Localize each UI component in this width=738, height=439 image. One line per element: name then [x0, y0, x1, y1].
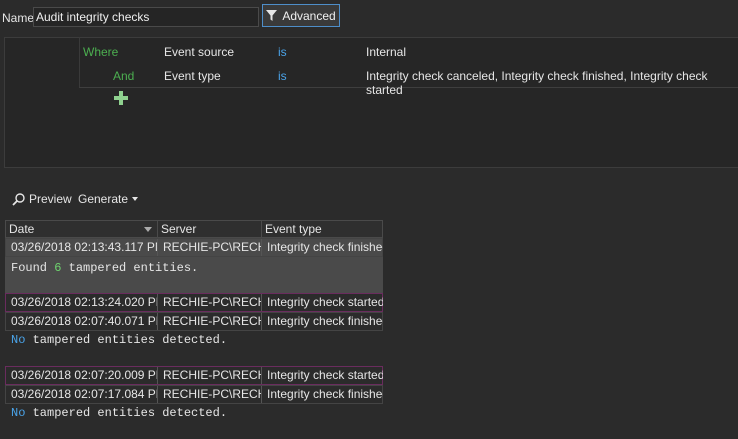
table-row[interactable]: 03/26/2018 02:07:40.071 PM RECHIE-PC\REC… — [5, 312, 383, 331]
search-icon — [12, 192, 25, 206]
cell-event-type: Integrity check started — [267, 368, 383, 382]
cell-server: RECHIE-PC\RECHIE — [158, 386, 262, 403]
condition-keyword-where[interactable]: Where — [83, 45, 118, 59]
column-header-server[interactable]: Server — [158, 221, 262, 237]
grid-header: Date Server Event type — [5, 220, 383, 238]
table-row[interactable]: 03/26/2018 02:13:24.020 PM RECHIE-PC\REC… — [5, 293, 383, 312]
condition-keyword-and[interactable]: And — [113, 69, 134, 83]
table-row[interactable]: 03/26/2018 02:07:17.084 PM RECHIE-PC\REC… — [5, 385, 383, 404]
cell-date: 03/26/2018 02:13:43.117 PM — [6, 239, 158, 256]
preview-label: Preview — [29, 192, 72, 206]
condition-field[interactable]: Event type — [164, 69, 221, 83]
cell-date: 03/26/2018 02:07:17.084 PM — [6, 386, 158, 403]
table-row[interactable]: 03/26/2018 02:13:43.117 PM RECHIE-PC\REC… — [5, 238, 383, 257]
advanced-button[interactable]: Advanced — [262, 4, 340, 27]
cell-event-type: Integrity check finished — [267, 314, 383, 328]
chevron-down-icon — [132, 197, 139, 201]
condition-field[interactable]: Event source — [164, 45, 234, 59]
cell-date: 03/26/2018 02:07:40.071 PM — [6, 313, 158, 330]
cell-event-type: Integrity check started — [267, 295, 383, 309]
name-input[interactable] — [33, 7, 259, 27]
generate-dropdown[interactable]: Generate — [78, 192, 139, 206]
advanced-label: Advanced — [282, 8, 336, 23]
cell-event-type: Integrity check finished — [267, 387, 383, 401]
column-header-event-type[interactable]: Event type — [262, 221, 383, 237]
cell-server: RECHIE-PC\RECHIE — [158, 294, 262, 311]
add-condition-icon[interactable] — [114, 91, 128, 105]
cell-date: 03/26/2018 02:07:20.009 PM — [6, 367, 158, 384]
condition-value[interactable]: Internal — [366, 45, 406, 59]
row-detail: No tampered entities detected. — [11, 333, 228, 347]
cell-date: 03/26/2018 02:13:24.020 PM — [6, 294, 158, 311]
cell-server: RECHIE-PC\RECHIE — [158, 239, 262, 256]
preview-button[interactable]: Preview — [12, 192, 72, 206]
sort-descending-icon — [144, 227, 152, 232]
condition-value[interactable]: Integrity check canceled, Integrity chec… — [366, 69, 738, 97]
filter-divider-vertical — [79, 37, 80, 88]
column-header-date[interactable]: Date — [6, 221, 158, 237]
condition-operator[interactable]: is — [278, 69, 287, 83]
filter-icon — [266, 10, 278, 21]
cell-event-type: Integrity check finished — [267, 240, 383, 254]
cell-server: RECHIE-PC\RECHIE — [158, 313, 262, 330]
row-detail: Found 6 tampered entities. — [5, 257, 383, 293]
generate-label: Generate — [78, 192, 129, 206]
name-label: Name — [2, 11, 35, 25]
condition-operator[interactable]: is — [278, 45, 287, 59]
table-row[interactable]: 03/26/2018 02:07:20.009 PM RECHIE-PC\REC… — [5, 366, 383, 385]
cell-server: RECHIE-PC\RECHIE — [158, 367, 262, 384]
row-detail: No tampered entities detected. — [11, 406, 228, 420]
